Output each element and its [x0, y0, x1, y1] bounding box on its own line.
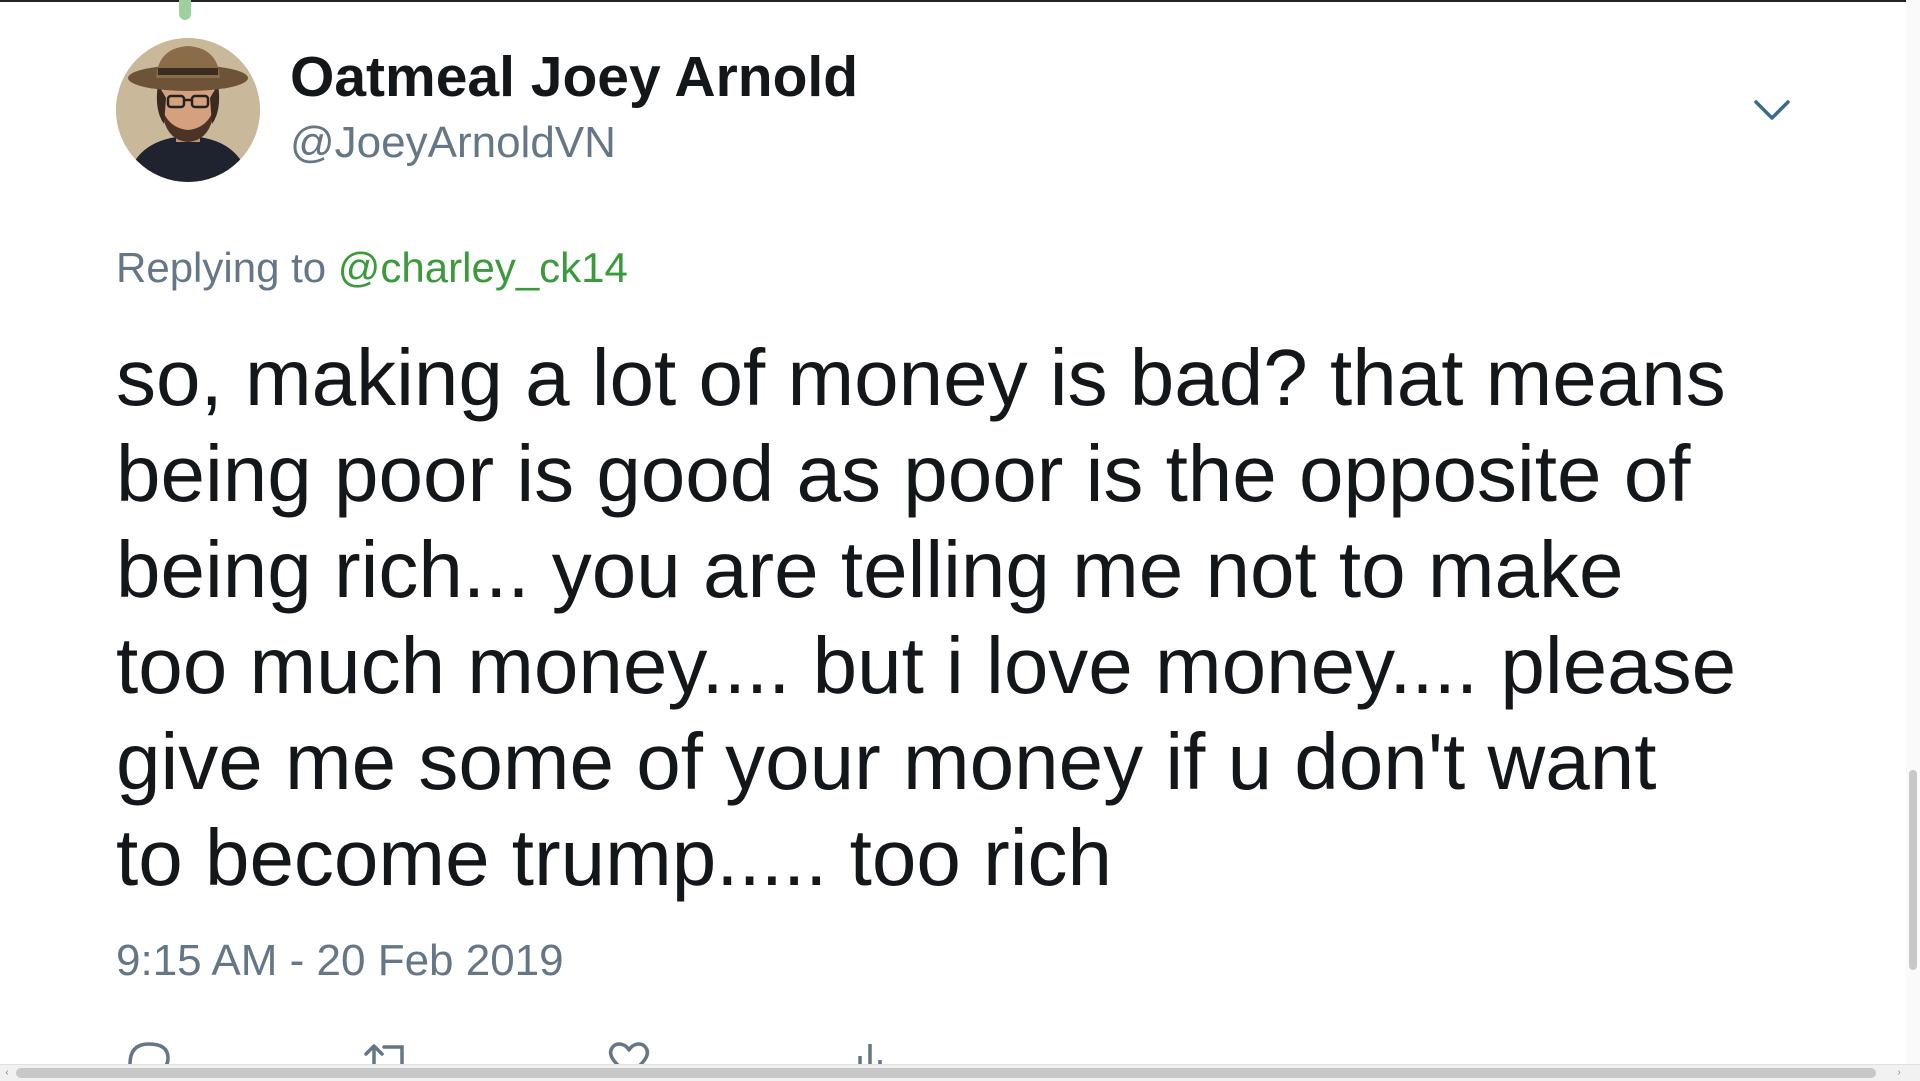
tweet-text-line: give me some of your money if u don't wa…: [116, 717, 1657, 806]
scroll-left-icon[interactable]: ‹: [0, 1065, 14, 1081]
tweet-text-line: being rich... you are telling me not to …: [116, 525, 1624, 614]
tweet-text-line: so, making a lot of money is bad? that m…: [116, 333, 1726, 422]
horizontal-scrollbar-thumb[interactable]: [16, 1068, 1876, 1078]
mention-link[interactable]: @charley_ck14: [338, 244, 628, 291]
top-border: [0, 0, 1920, 2]
replying-to-label: Replying to: [116, 244, 338, 291]
avatar[interactable]: [116, 38, 260, 182]
vertical-scrollbar[interactable]: [1906, 0, 1920, 1064]
avatar-image: [116, 38, 260, 182]
display-name[interactable]: Oatmeal Joey Arnold: [290, 44, 858, 110]
vertical-scrollbar-thumb[interactable]: [1909, 770, 1917, 970]
thread-connector-line: [179, 0, 191, 20]
replying-to-line: Replying to @charley_ck14: [116, 244, 628, 292]
tweet-text-line: to become trump..... too rich: [116, 813, 1112, 902]
chevron-down-icon[interactable]: [1752, 96, 1792, 124]
tweet-text-line: too much money.... but i love money.... …: [116, 621, 1737, 710]
horizontal-scrollbar[interactable]: ‹ ›: [0, 1064, 1920, 1081]
user-handle[interactable]: @JoeyArnoldVN: [290, 118, 616, 168]
scroll-right-icon[interactable]: ›: [1892, 1065, 1906, 1081]
tweet-timestamp[interactable]: 9:15 AM - 20 Feb 2019: [116, 936, 564, 986]
tweet-text: so, making a lot of money is bad? that m…: [116, 330, 1816, 906]
tweet-text-line: being poor is good as poor is the opposi…: [116, 429, 1691, 518]
